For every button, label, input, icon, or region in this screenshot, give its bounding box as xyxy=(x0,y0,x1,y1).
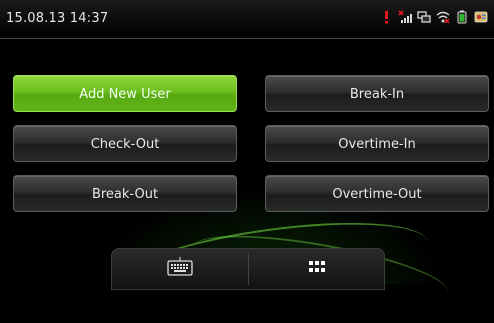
keyboard-button[interactable] xyxy=(112,249,247,285)
overtime-in-button[interactable]: Overtime-In xyxy=(265,125,489,162)
status-bar: 15.08.13 14:37 xyxy=(0,0,494,39)
add-new-user-button[interactable]: Add New User xyxy=(13,75,237,112)
network-icon xyxy=(417,11,431,23)
break-out-button[interactable]: Break-Out xyxy=(13,175,237,212)
grid-menu-icon xyxy=(308,261,325,272)
overtime-out-button[interactable]: Overtime-Out xyxy=(265,175,489,212)
alert-icon xyxy=(385,11,388,24)
keyboard-icon xyxy=(166,257,193,276)
status-icons xyxy=(379,10,488,24)
battery-icon xyxy=(457,10,467,24)
signal-icon xyxy=(398,10,412,23)
menu-grid-button[interactable] xyxy=(249,249,384,285)
wifi-icon xyxy=(436,11,450,24)
break-in-button[interactable]: Break-In xyxy=(265,75,489,112)
datetime-label: 15.08.13 14:37 xyxy=(6,11,109,26)
ticket-icon xyxy=(474,11,488,23)
check-out-button[interactable]: Check-Out xyxy=(13,125,237,162)
